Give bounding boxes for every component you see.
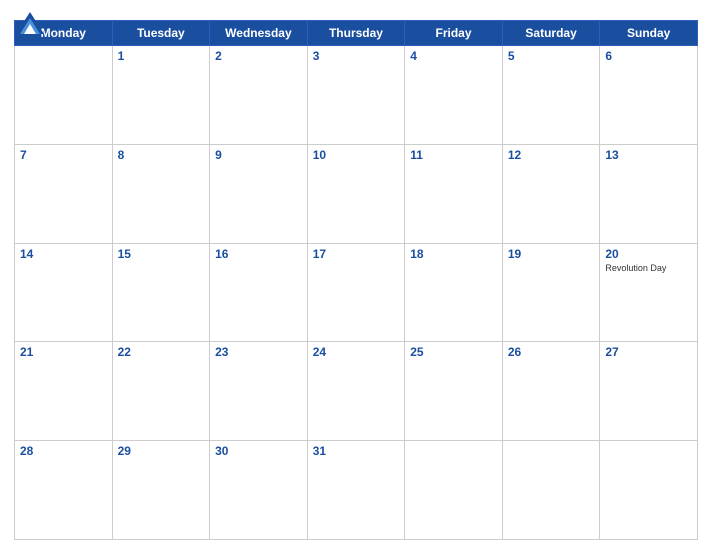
calendar-cell: 19 [502, 243, 600, 342]
day-number: 16 [215, 247, 228, 261]
day-number: 25 [410, 345, 423, 359]
calendar-cell: 13 [600, 144, 698, 243]
day-header-wednesday: Wednesday [210, 21, 308, 46]
day-number: 18 [410, 247, 423, 261]
calendar-cell [405, 441, 503, 540]
calendar-cell [502, 441, 600, 540]
day-number: 23 [215, 345, 228, 359]
calendar-cell: 12 [502, 144, 600, 243]
day-number: 3 [313, 49, 320, 63]
calendar-cell [15, 46, 113, 145]
calendar-cell: 6 [600, 46, 698, 145]
calendar-cell: 29 [112, 441, 210, 540]
day-number: 31 [313, 444, 326, 458]
day-number: 29 [118, 444, 131, 458]
calendar-cell: 20 Revolution Day [600, 243, 698, 342]
day-number: 15 [118, 247, 131, 261]
week-row-4: 21 22 23 24 25 26 27 [15, 342, 698, 441]
calendar-cell: 4 [405, 46, 503, 145]
calendar-cell: 10 [307, 144, 405, 243]
calendar-cell: 7 [15, 144, 113, 243]
calendar-cell: 15 [112, 243, 210, 342]
calendar-cell: 14 [15, 243, 113, 342]
day-number: 13 [605, 148, 618, 162]
day-number: 6 [605, 49, 612, 63]
day-number: 10 [313, 148, 326, 162]
day-header-sunday: Sunday [600, 21, 698, 46]
week-row-2: 7 8 9 10 11 12 13 [15, 144, 698, 243]
day-number: 2 [215, 49, 222, 63]
day-header-tuesday: Tuesday [112, 21, 210, 46]
calendar-cell: 21 [15, 342, 113, 441]
calendar-cell: 22 [112, 342, 210, 441]
calendar-cell: 3 [307, 46, 405, 145]
day-number: 4 [410, 49, 417, 63]
calendar-cell: 26 [502, 342, 600, 441]
calendar-cell: 17 [307, 243, 405, 342]
day-number: 26 [508, 345, 521, 359]
day-number: 1 [118, 49, 125, 63]
calendar-cell: 24 [307, 342, 405, 441]
day-number: 8 [118, 148, 125, 162]
calendar-cell: 16 [210, 243, 308, 342]
day-header-friday: Friday [405, 21, 503, 46]
days-header-row: MondayTuesdayWednesdayThursdayFridaySatu… [15, 21, 698, 46]
calendar-cell: 8 [112, 144, 210, 243]
calendar-cell [600, 441, 698, 540]
day-header-saturday: Saturday [502, 21, 600, 46]
logo-icon [14, 10, 42, 30]
week-row-1: 1 2 3 4 5 6 [15, 46, 698, 145]
day-header-thursday: Thursday [307, 21, 405, 46]
calendar-cell: 9 [210, 144, 308, 243]
day-number: 19 [508, 247, 521, 261]
day-number: 30 [215, 444, 228, 458]
day-number: 21 [20, 345, 33, 359]
day-number: 20 [605, 247, 618, 261]
calendar-cell: 5 [502, 46, 600, 145]
calendar-cell: 25 [405, 342, 503, 441]
day-number: 24 [313, 345, 326, 359]
day-number: 28 [20, 444, 33, 458]
day-number: 17 [313, 247, 326, 261]
day-number: 27 [605, 345, 618, 359]
calendar-cell: 28 [15, 441, 113, 540]
calendar-cell: 31 [307, 441, 405, 540]
calendar-cell: 2 [210, 46, 308, 145]
day-number: 5 [508, 49, 515, 63]
calendar-cell: 1 [112, 46, 210, 145]
day-number: 12 [508, 148, 521, 162]
calendar-header [14, 10, 698, 14]
day-number: 11 [410, 148, 423, 162]
day-number: 22 [118, 345, 131, 359]
calendar-cell: 23 [210, 342, 308, 441]
week-row-3: 14 15 16 17 18 19 20 Revolution Day [15, 243, 698, 342]
holiday-label: Revolution Day [605, 263, 692, 274]
day-number: 7 [20, 148, 27, 162]
calendar-cell: 30 [210, 441, 308, 540]
day-number: 14 [20, 247, 33, 261]
calendar-cell: 11 [405, 144, 503, 243]
day-number: 9 [215, 148, 222, 162]
logo [14, 10, 45, 30]
calendar-table: MondayTuesdayWednesdayThursdayFridaySatu… [14, 20, 698, 540]
week-row-5: 28 29 30 31 [15, 441, 698, 540]
calendar-cell: 27 [600, 342, 698, 441]
calendar-cell: 18 [405, 243, 503, 342]
